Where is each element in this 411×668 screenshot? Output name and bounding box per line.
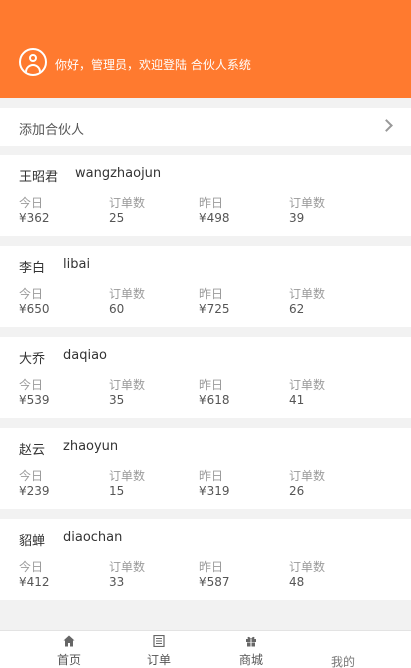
today-amount: ¥412 bbox=[19, 575, 50, 589]
today-orders-label: 订单数 bbox=[109, 469, 146, 483]
add-partner-row[interactable]: 添加合伙人 bbox=[0, 108, 411, 146]
today-label: 今日 bbox=[19, 196, 44, 210]
yesterday-orders: 62 bbox=[289, 302, 305, 316]
yesterday-label: 昨日 bbox=[199, 287, 224, 301]
yesterday-orders: 41 bbox=[289, 393, 305, 407]
yesterday-label: 昨日 bbox=[199, 196, 224, 210]
user-avatar-icon bbox=[19, 48, 47, 76]
yesterday-amount: ¥725 bbox=[199, 302, 230, 316]
yesterday-label: 昨日 bbox=[199, 560, 224, 574]
today-amount: ¥239 bbox=[19, 484, 50, 498]
partner-name: 赵云 bbox=[19, 443, 46, 458]
today-orders: 15 bbox=[109, 484, 125, 498]
partner-card[interactable]: 大乔 daqiao 今日 订单数 昨日 订单数 ¥539 35 ¥618 41 bbox=[0, 337, 411, 418]
today-label: 今日 bbox=[19, 560, 44, 574]
partner-pinyin: wangzhaojun bbox=[75, 166, 162, 181]
add-partner-label: 添加合伙人 bbox=[19, 123, 85, 138]
partner-card[interactable]: 王昭君 wangzhaojun 今日 订单数 昨日 订单数 ¥362 25 ¥4… bbox=[0, 155, 411, 236]
partner-name: 王昭君 bbox=[19, 170, 59, 185]
today-orders: 35 bbox=[109, 393, 125, 407]
partner-card[interactable]: 貂蝉 diaochan 今日 订单数 昨日 订单数 ¥412 33 ¥587 4… bbox=[0, 519, 411, 600]
list-icon bbox=[153, 635, 165, 647]
today-label: 今日 bbox=[19, 378, 44, 392]
partner-name: 大乔 bbox=[19, 352, 46, 367]
today-label: 今日 bbox=[19, 469, 44, 483]
header-banner: 你好，管理员，欢迎登陆 合伙人系统 bbox=[0, 0, 411, 98]
yesterday-orders: 26 bbox=[289, 484, 305, 498]
today-amount: ¥362 bbox=[19, 211, 50, 225]
home-icon bbox=[63, 635, 75, 647]
tab-mall[interactable]: 商城 bbox=[221, 631, 281, 668]
partner-name: 李白 bbox=[19, 261, 46, 276]
yesterday-label: 昨日 bbox=[199, 469, 224, 483]
today-orders: 25 bbox=[109, 211, 125, 225]
today-orders-label: 订单数 bbox=[109, 196, 146, 210]
partner-pinyin: daqiao bbox=[63, 348, 108, 363]
partner-pinyin: zhaoyun bbox=[63, 439, 119, 454]
today-orders-label: 订单数 bbox=[109, 560, 146, 574]
yesterday-amount: ¥587 bbox=[199, 575, 230, 589]
partner-pinyin: libai bbox=[63, 257, 91, 272]
partner-name: 貂蝉 bbox=[19, 534, 46, 549]
partner-card[interactable]: 赵云 zhaoyun 今日 订单数 昨日 订单数 ¥239 15 ¥319 26 bbox=[0, 428, 411, 509]
yesterday-amount: ¥319 bbox=[199, 484, 230, 498]
yesterday-orders: 48 bbox=[289, 575, 305, 589]
today-orders: 60 bbox=[109, 302, 125, 316]
tab-mine-label: 我的 bbox=[330, 655, 355, 668]
today-orders-label: 订单数 bbox=[109, 287, 146, 301]
yesterday-orders-label: 订单数 bbox=[289, 560, 326, 574]
today-label: 今日 bbox=[19, 287, 44, 301]
yesterday-orders-label: 订单数 bbox=[289, 469, 326, 483]
today-orders-label: 订单数 bbox=[109, 378, 146, 392]
tab-orders[interactable]: 订单 bbox=[129, 631, 189, 668]
gift-icon bbox=[246, 636, 256, 647]
yesterday-label: 昨日 bbox=[199, 378, 224, 392]
today-amount: ¥650 bbox=[19, 302, 50, 316]
yesterday-orders-label: 订单数 bbox=[289, 196, 326, 210]
yesterday-amount: ¥498 bbox=[199, 211, 230, 225]
tab-home-label: 首页 bbox=[56, 653, 81, 667]
chevron-right-icon bbox=[380, 119, 393, 132]
tab-home[interactable]: 首页 bbox=[39, 631, 99, 668]
tab-mine[interactable]: 我的 bbox=[313, 631, 373, 668]
tab-mall-label: 商城 bbox=[238, 653, 263, 667]
yesterday-orders-label: 订单数 bbox=[289, 287, 326, 301]
today-amount: ¥539 bbox=[19, 393, 50, 407]
tab-orders-label: 订单 bbox=[146, 653, 171, 667]
yesterday-orders: 39 bbox=[289, 211, 305, 225]
welcome-text: 你好，管理员，欢迎登陆 合伙人系统 bbox=[55, 58, 251, 72]
yesterday-orders-label: 订单数 bbox=[289, 378, 326, 392]
partner-card[interactable]: 李白 libai 今日 订单数 昨日 订单数 ¥650 60 ¥725 62 bbox=[0, 246, 411, 327]
partner-pinyin: diaochan bbox=[63, 530, 123, 545]
bottom-tab-bar: 首页 订单 商城 我的 bbox=[0, 630, 411, 668]
today-orders: 33 bbox=[109, 575, 125, 589]
yesterday-amount: ¥618 bbox=[199, 393, 230, 407]
